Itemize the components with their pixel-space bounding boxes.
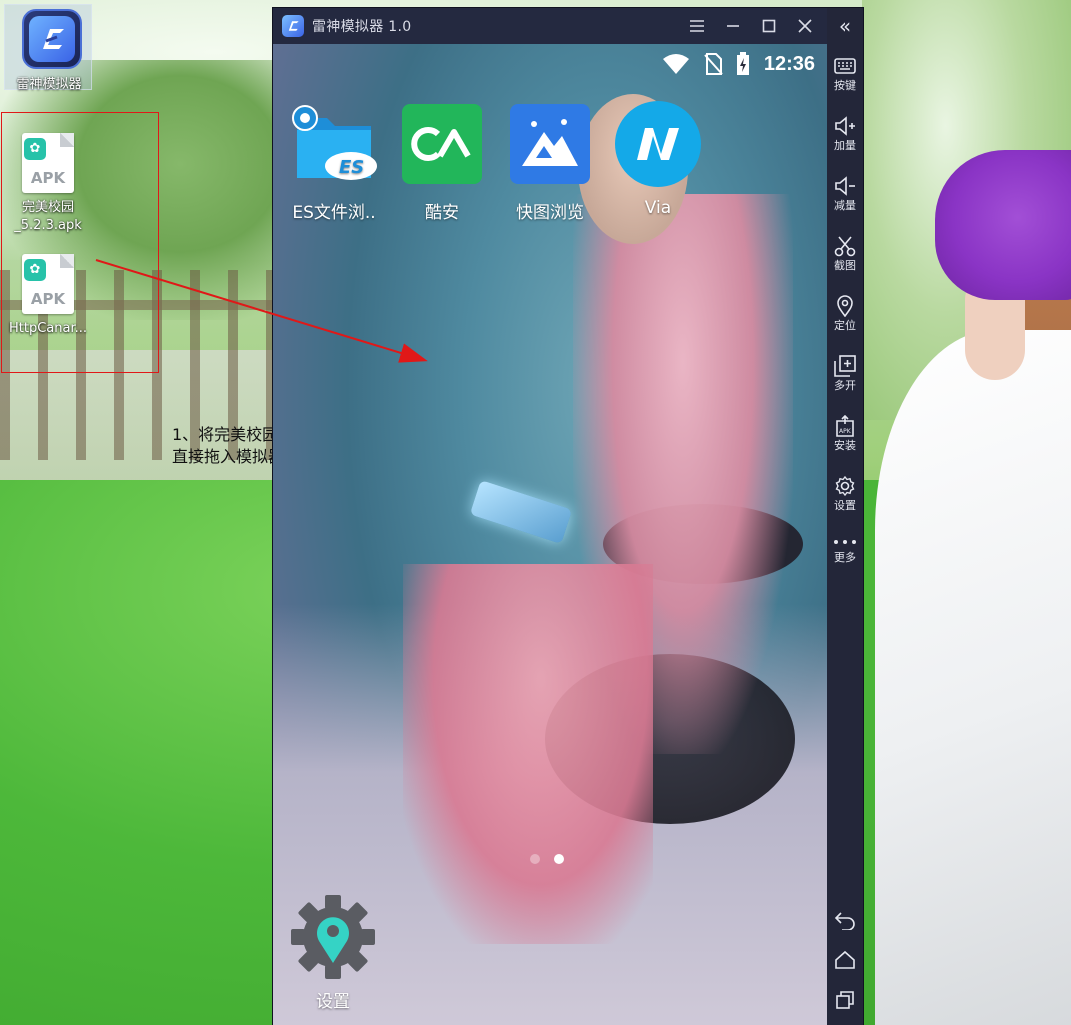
nav-back-button[interactable] [827, 908, 863, 932]
emulator-shortcut-label: 雷神模拟器 [16, 77, 82, 92]
toolbar-volume-down-button[interactable]: 减量 [827, 174, 863, 213]
page-indicator [530, 854, 564, 864]
maximize-icon [762, 19, 776, 33]
app-label: ES文件浏.. [292, 203, 376, 223]
apk-file-icon: ✿ APK [22, 133, 74, 193]
close-button[interactable] [787, 8, 823, 44]
desktop-emulator-shortcut[interactable]: 雷神模拟器 [4, 4, 92, 92]
window-title: 雷神模拟器 1.0 [312, 19, 412, 35]
app-es-file-explorer[interactable]: ES ES文件浏.. [286, 104, 382, 223]
maximize-button[interactable] [751, 8, 787, 44]
menu-button[interactable] [679, 8, 715, 44]
toolbar-keymap-button[interactable]: 按键 [827, 54, 863, 93]
side-toolbar: « 按键 加量 减量 截图 定位 多开 APK 安装 设置 更多 [827, 8, 863, 1025]
toolbar-screenshot-button[interactable]: 截图 [827, 234, 863, 273]
toolbar-multi-instance-button[interactable]: 多开 [827, 354, 863, 393]
nav-home-button[interactable] [827, 948, 863, 972]
coolapk-icon [402, 104, 482, 184]
app-quickpic[interactable]: 快图浏览 [502, 104, 598, 223]
app-via-browser[interactable]: Via [610, 101, 706, 218]
collapse-toolbar-button[interactable]: « [827, 14, 863, 38]
toolbar-install-apk-button[interactable]: APK 安装 [827, 414, 863, 453]
file-name-line1: HttpCanar... [8, 321, 88, 336]
volume-down-icon [835, 176, 855, 196]
page-dot-active[interactable] [554, 854, 564, 864]
gear-icon [835, 475, 855, 497]
app-coolapk[interactable]: 酷安 [394, 104, 490, 223]
app-label: 酷安 [425, 203, 459, 223]
app-settings[interactable]: 设置 [288, 892, 378, 1012]
file-name-line2: _5.2.3.apk [14, 218, 82, 233]
title-bar[interactable]: 雷神模拟器 1.0 [273, 8, 827, 44]
svg-text:ES: ES [339, 157, 364, 178]
minimize-icon [727, 25, 739, 27]
more-icon [834, 540, 856, 544]
location-icon [837, 295, 853, 317]
no-sim-icon [704, 53, 723, 75]
double-chevron-left-icon: « [838, 14, 852, 38]
app-logo-icon [282, 15, 304, 37]
recents-icon [836, 991, 854, 1009]
multi-instance-icon [834, 355, 856, 377]
battery-charging-icon [736, 52, 749, 75]
via-browser-icon [615, 101, 701, 187]
menu-icon [690, 20, 704, 32]
app-label: Via [644, 198, 672, 218]
apk-file-wanmei[interactable]: ✿ APK 完美校园 _5.2.3.apk [0, 133, 96, 235]
close-icon [798, 19, 812, 33]
back-icon [834, 912, 855, 930]
settings-app-icon [291, 895, 375, 979]
quickpic-icon [510, 104, 590, 184]
install-apk-icon: APK [836, 415, 854, 437]
apk-file-httpcanary[interactable]: ✿ APK HttpCanar... [0, 254, 96, 338]
toolbar-settings-button[interactable]: 设置 [827, 474, 863, 513]
toolbar-location-button[interactable]: 定位 [827, 294, 863, 333]
minimize-button[interactable] [715, 8, 751, 44]
app-label: 快图浏览 [516, 203, 584, 223]
scissors-icon [834, 236, 856, 257]
toolbar-volume-up-button[interactable]: 加量 [827, 114, 863, 153]
file-name-line1: 完美校园 [21, 200, 74, 215]
es-file-explorer-icon: ES [291, 104, 377, 184]
status-time: 12:36 [763, 52, 815, 75]
nav-recents-button[interactable] [827, 988, 863, 1012]
home-icon [835, 950, 855, 969]
volume-up-icon [835, 116, 855, 136]
apk-file-icon: ✿ APK [22, 254, 74, 314]
android-screen[interactable]: 12:36 ES ES文件浏.. 酷安 快图浏览 Via 设置 [273, 44, 827, 1025]
page-dot[interactable] [530, 854, 540, 864]
emulator-logo-icon [22, 9, 82, 69]
wifi-icon [662, 54, 689, 74]
toolbar-more-button[interactable]: 更多 [827, 534, 863, 565]
svg-text:APK: APK [839, 428, 852, 435]
settings-label: 设置 [316, 992, 350, 1012]
status-bar: 12:36 [273, 44, 827, 84]
keyboard-icon [834, 58, 856, 74]
emulator-window: 雷神模拟器 1.0 12:36 ES ES文件浏.. 酷安 快图浏览 Via 设… [273, 8, 863, 1025]
